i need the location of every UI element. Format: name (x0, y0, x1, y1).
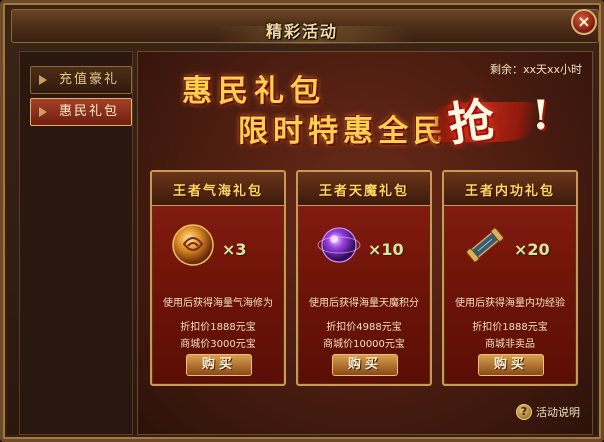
sidebar-item-label: 惠民礼包 (59, 104, 120, 119)
discount-price: 折扣价1888元宝 (180, 322, 256, 333)
close-icon: × (577, 12, 591, 31)
banner-exclaim: ! (532, 92, 550, 139)
store-price: 商城价3000元宝 (180, 339, 256, 350)
banner-highlight: 抢 (444, 92, 498, 152)
package-card: 王者内功礼包 ×20 使用后获得海量内功经验 折扣价1888元宝 商城非卖品 购… (442, 170, 578, 386)
countdown-value: xx天xx小时 (522, 63, 582, 76)
discount-price: 折扣价4988元宝 (326, 322, 402, 333)
package-description: 使用后获得海量天魔积分 (309, 298, 419, 309)
buy-button[interactable]: 购买 (332, 354, 398, 376)
arrow-right-icon (39, 75, 47, 85)
quantity: ×20 (514, 240, 550, 259)
package-card: 王者天魔礼包 ×10 使用后获得海量天魔积分 折扣价4988元宝 商城价1000… (296, 170, 432, 386)
store-price: 商城非卖品 (485, 339, 535, 350)
card-header: 王者内功礼包 (444, 172, 576, 206)
main-panel: 剩余：xx天xx小时 惠民礼包 限时特惠全民 抢 ! 王者气海礼包 ×3 使用后… (137, 51, 593, 435)
help-link[interactable]: ? 活动说明 (516, 404, 580, 420)
quantity: ×10 (368, 240, 404, 259)
quantity: ×3 (222, 240, 247, 259)
help-icon: ? (516, 404, 532, 420)
scroll-icon[interactable] (462, 222, 508, 268)
package-title: 王者气海礼包 (172, 184, 263, 199)
package-card: 王者气海礼包 ×3 使用后获得海量气海修为 折扣价1888元宝 商城价3000元… (150, 170, 286, 386)
store-price: 商城价10000元宝 (323, 339, 405, 350)
sidebar-item-benefit-pack[interactable]: 惠民礼包 (30, 98, 132, 126)
activity-window: 精彩活动 × 充值豪礼 惠民礼包 剩余：xx天xx小时 惠民礼包 限时特惠全民 … (0, 0, 604, 442)
banner-title: 惠民礼包 (182, 74, 326, 109)
purple-orb-icon[interactable] (316, 222, 362, 268)
card-header: 王者气海礼包 (152, 172, 284, 206)
card-header: 王者天魔礼包 (298, 172, 430, 206)
window-title: 精彩活动 (265, 22, 338, 41)
countdown: 剩余：xx天xx小时 (490, 61, 582, 77)
banner-subtitle: 限时特惠全民 (238, 114, 448, 149)
sidebar-item-label: 充值豪礼 (59, 72, 120, 87)
discount-price: 折扣价1888元宝 (472, 322, 548, 333)
sidebar-item-recharge-gift[interactable]: 充值豪礼 (30, 66, 132, 94)
package-title: 王者内功礼包 (464, 184, 555, 199)
close-button[interactable]: × (571, 9, 597, 35)
help-label: 活动说明 (536, 406, 580, 419)
package-description: 使用后获得海量气海修为 (163, 298, 273, 309)
package-description: 使用后获得海量内功经验 (455, 298, 565, 309)
buy-button[interactable]: 购买 (478, 354, 544, 376)
arrow-right-icon (39, 107, 47, 117)
package-title: 王者天魔礼包 (318, 184, 409, 199)
buy-button[interactable]: 购买 (186, 354, 252, 376)
sidebar: 充值豪礼 惠民礼包 (19, 51, 133, 435)
countdown-label: 剩余： (489, 63, 523, 76)
qi-orb-icon[interactable] (170, 222, 216, 268)
